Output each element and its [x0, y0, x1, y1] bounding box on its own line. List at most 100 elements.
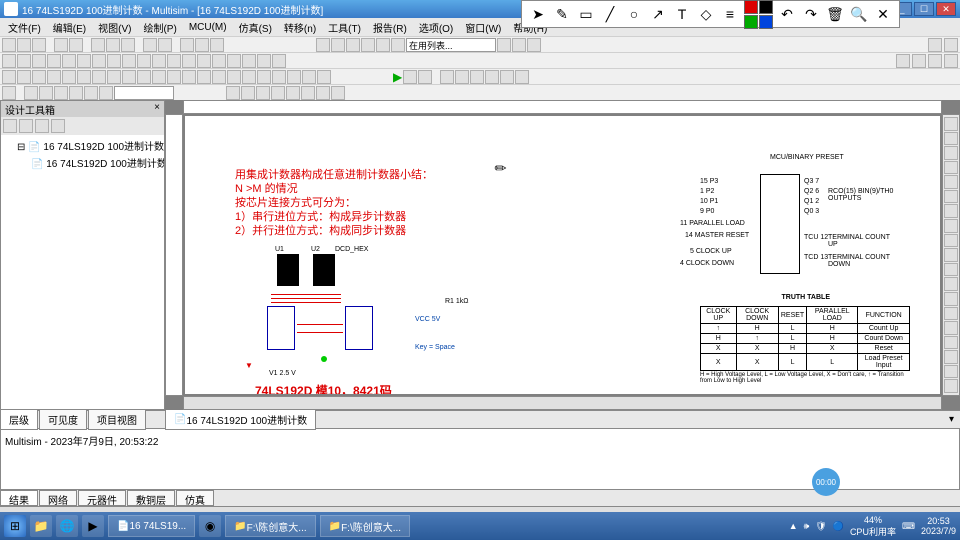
- agilent-fg-icon[interactable]: [944, 307, 958, 321]
- taskbar-app-folder2[interactable]: 📁 F:\陈创意大...: [320, 515, 410, 537]
- agilent-mm-icon[interactable]: [944, 321, 958, 335]
- sim-btn-15[interactable]: [212, 70, 226, 84]
- rf-button[interactable]: [182, 54, 196, 68]
- tb-btn-5[interactable]: [376, 38, 390, 52]
- explorer-icon[interactable]: 📁: [30, 515, 52, 537]
- tab-project[interactable]: 项目视图: [88, 409, 146, 430]
- zoom-fit-button[interactable]: [210, 38, 224, 52]
- sidebar-close-icon[interactable]: ×: [154, 102, 160, 116]
- rect-icon[interactable]: ▭: [576, 4, 596, 24]
- sim-extra-4[interactable]: [485, 70, 499, 84]
- close-button[interactable]: ✕: [936, 2, 956, 16]
- tree-root[interactable]: ⊟ 📄 16 74LS192D 100进制计数: [3, 137, 162, 154]
- pen-icon[interactable]: ✎: [552, 4, 572, 24]
- tree-child[interactable]: 📄 16 74LS192D 100进制计数: [3, 154, 162, 171]
- line-icon[interactable]: ╱: [600, 4, 620, 24]
- current-probe-icon[interactable]: [944, 379, 958, 393]
- zoom-mag-button[interactable]: [944, 54, 958, 68]
- help-button[interactable]: [527, 38, 541, 52]
- sim-btn-12[interactable]: [167, 70, 181, 84]
- align-2[interactable]: [241, 86, 255, 100]
- close-overlay-icon[interactable]: ✕: [873, 4, 893, 24]
- in-use-combo[interactable]: 在用列表...: [406, 38, 496, 52]
- tab-net[interactable]: 网络: [39, 490, 77, 506]
- power-button[interactable]: [152, 54, 166, 68]
- zoom-icon[interactable]: 🔍: [849, 4, 869, 24]
- place-3[interactable]: [39, 86, 53, 100]
- tray-date[interactable]: 2023/7/9: [921, 526, 956, 536]
- align-6[interactable]: [301, 86, 315, 100]
- sidebar-tool-1[interactable]: [3, 119, 17, 133]
- sim-btn-1[interactable]: [2, 70, 16, 84]
- align-1[interactable]: [226, 86, 240, 100]
- align-3[interactable]: [256, 86, 270, 100]
- tek-scope-icon[interactable]: [944, 350, 958, 364]
- schematic-sheet[interactable]: ✎ 用集成计数器构成任意进制计数器小结： N >M 的情况 按芯片连接方式可分为…: [185, 116, 940, 394]
- distortion-icon[interactable]: [944, 263, 958, 277]
- undo-button[interactable]: [143, 38, 157, 52]
- indicator-button[interactable]: [137, 54, 151, 68]
- tb-btn-8[interactable]: [512, 38, 526, 52]
- align-7[interactable]: [316, 86, 330, 100]
- sim-btn-9[interactable]: [122, 70, 136, 84]
- logic-conv-icon[interactable]: [944, 234, 958, 248]
- place-4[interactable]: [54, 86, 68, 100]
- sim-btn-22[interactable]: [317, 70, 331, 84]
- undo-icon[interactable]: ↶: [777, 4, 797, 24]
- sim-btn-7[interactable]: [92, 70, 106, 84]
- sim-btn-4[interactable]: [47, 70, 61, 84]
- sim-btn-21[interactable]: [302, 70, 316, 84]
- sim-extra-5[interactable]: [500, 70, 514, 84]
- tab-visible[interactable]: 可见度: [39, 409, 87, 430]
- sim-btn-19[interactable]: [272, 70, 286, 84]
- electromech-button[interactable]: [197, 54, 211, 68]
- place-6[interactable]: [84, 86, 98, 100]
- agilent-scope-icon[interactable]: [944, 336, 958, 350]
- sim-extra-6[interactable]: [515, 70, 529, 84]
- align-5[interactable]: [286, 86, 300, 100]
- align-4[interactable]: [271, 86, 285, 100]
- ni-button[interactable]: [212, 54, 226, 68]
- copy-button[interactable]: [106, 38, 120, 52]
- sim-btn-6[interactable]: [77, 70, 91, 84]
- tb-right-1[interactable]: [928, 38, 942, 52]
- sim-btn-3[interactable]: [32, 70, 46, 84]
- maximize-button[interactable]: ☐: [914, 2, 934, 16]
- iv-analyzer-icon[interactable]: [944, 248, 958, 262]
- taskbar-app-folder1[interactable]: 📁 F:\陈创意大...: [225, 515, 315, 537]
- arrow-icon[interactable]: ↗: [648, 4, 668, 24]
- menu-view[interactable]: 视图(V): [94, 18, 135, 37]
- oscilloscope-icon[interactable]: [944, 161, 958, 175]
- menu-file[interactable]: 文件(F): [4, 18, 45, 37]
- trash-icon[interactable]: 🗑: [825, 4, 845, 24]
- sidebar-tool-3[interactable]: [35, 119, 49, 133]
- misc-digital-button[interactable]: [107, 54, 121, 68]
- sim-extra-3[interactable]: [470, 70, 484, 84]
- save-button[interactable]: [32, 38, 46, 52]
- sim-btn-14[interactable]: [197, 70, 211, 84]
- place-5[interactable]: [69, 86, 83, 100]
- menu-options[interactable]: 选项(O): [415, 18, 457, 37]
- place-1[interactable]: [2, 86, 16, 100]
- place-2[interactable]: [24, 86, 38, 100]
- diode-button[interactable]: [32, 54, 46, 68]
- new-button[interactable]: [2, 38, 16, 52]
- word-gen-icon[interactable]: [944, 204, 958, 218]
- color-blue[interactable]: [759, 15, 773, 29]
- sidebar-tool-2[interactable]: [19, 119, 33, 133]
- tab-copper[interactable]: 敷铜层: [127, 490, 175, 506]
- ttl-button[interactable]: [77, 54, 91, 68]
- network-icon[interactable]: [944, 292, 958, 306]
- misc-button[interactable]: [167, 54, 181, 68]
- text-icon[interactable]: T: [672, 4, 692, 24]
- tb-btn-4[interactable]: [361, 38, 375, 52]
- pointer-icon[interactable]: ➤: [528, 4, 548, 24]
- sim-btn-16[interactable]: [227, 70, 241, 84]
- bus-button[interactable]: [272, 54, 286, 68]
- sim-btn-11[interactable]: [152, 70, 166, 84]
- bode-icon[interactable]: [944, 175, 958, 189]
- sim-btn-13[interactable]: [182, 70, 196, 84]
- tray-icon-2[interactable]: 🕪: [804, 521, 810, 532]
- logic-analyzer-icon[interactable]: [944, 219, 958, 233]
- cmos-button[interactable]: [92, 54, 106, 68]
